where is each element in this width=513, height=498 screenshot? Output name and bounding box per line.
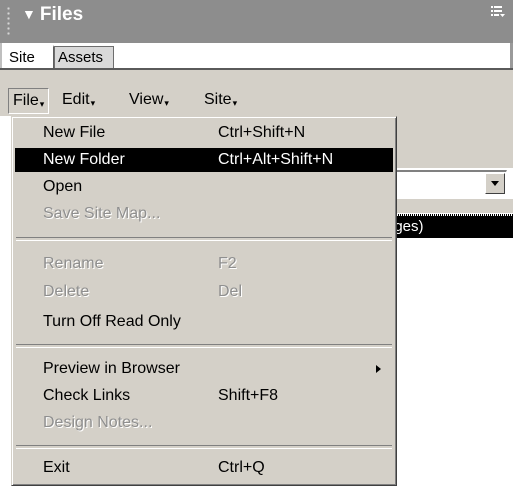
dropdown-arrow-icon[interactable] (485, 173, 505, 194)
menu-item-label: New File (43, 124, 106, 141)
menu-item-check-links[interactable]: Check Links Shift+F8 (15, 384, 393, 408)
menu-view-label: View (129, 91, 164, 108)
submenu-arrow-icon (376, 365, 381, 373)
menu-item-rename: Rename F2 (15, 252, 393, 276)
chevron-down-icon: ▾ (90, 98, 96, 108)
menu-item-save-site-map: Save Site Map... (15, 202, 393, 226)
panel-title-label: Files (39, 4, 84, 25)
tab-assets[interactable]: Assets (54, 46, 114, 68)
chevron-down-icon: ▾ (164, 98, 169, 108)
chevron-down-icon: ▾ (232, 98, 238, 108)
menu-item-label: Turn Off Read Only (43, 313, 181, 330)
menu-item-turn-off-read-only[interactable]: Turn Off Read Only (15, 310, 393, 334)
menu-separator (16, 445, 392, 449)
menu-separator (16, 344, 392, 348)
menu-edit-label: Edit (62, 91, 90, 108)
menu-site[interactable]: Site▾ (200, 88, 241, 114)
menu-edit[interactable]: Edit▾ (58, 88, 99, 114)
menu-item-open[interactable]: Open (15, 175, 393, 199)
menu-file-label: File (13, 92, 39, 109)
menu-item-label: Exit (43, 459, 70, 476)
panel-title-bar[interactable]: ▼ Files (0, 0, 513, 43)
menu-view[interactable]: View▾ (125, 88, 173, 114)
menu-item-label: Delete (43, 283, 90, 300)
menu-site-label: Site (204, 91, 232, 108)
menu-item-preview-in-browser[interactable]: Preview in Browser (15, 357, 393, 381)
menu-item-shortcut: Shift+F8 (218, 387, 279, 404)
chevron-down-icon: ▾ (39, 99, 45, 109)
menu-item-label: Rename (43, 255, 104, 272)
menu-item-delete: Delete Del (15, 280, 393, 304)
menu-item-shortcut: Del (218, 283, 243, 300)
toolbar-area (396, 116, 513, 168)
menu-item-label: Preview in Browser (43, 360, 180, 377)
collapse-arrow-icon[interactable]: ▼ (22, 6, 36, 22)
menu-item-new-folder[interactable]: New Folder Ctrl+Alt+Shift+N (15, 148, 393, 172)
menu-item-shortcut: Ctrl+Shift+N (218, 124, 306, 141)
file-menu-dropdown: New File Ctrl+Shift+N New Folder Ctrl+Al… (11, 116, 397, 486)
site-select[interactable] (394, 170, 507, 197)
menu-item-label: Open (43, 178, 83, 195)
menu-item-new-file[interactable]: New File Ctrl+Shift+N (15, 121, 393, 145)
column-header-area (396, 199, 513, 213)
menu-item-design-notes: Design Notes... (15, 411, 393, 435)
menu-item-shortcut: Ctrl+Q (218, 459, 265, 476)
options-menu-icon[interactable] (491, 6, 505, 18)
menu-item-label: Check Links (43, 387, 131, 404)
panel-title[interactable]: ▼ Files (22, 2, 83, 28)
menu-item-label: Save Site Map... (43, 205, 161, 222)
menu-item-label: Design Notes... (43, 414, 153, 431)
selected-file-row[interactable]: ages) (396, 216, 513, 238)
tab-site[interactable]: Site (4, 45, 54, 68)
menu-file[interactable]: File▾ (8, 88, 50, 114)
menu-item-label: New Folder (43, 151, 125, 168)
menu-item-shortcut: F2 (218, 255, 237, 272)
menu-separator (16, 237, 392, 241)
gripper-icon[interactable] (6, 6, 11, 36)
menu-item-exit[interactable]: Exit Ctrl+Q (15, 456, 393, 480)
menu-item-shortcut: Ctrl+Alt+Shift+N (218, 151, 334, 168)
selected-file-row-label: ages) (396, 218, 424, 235)
